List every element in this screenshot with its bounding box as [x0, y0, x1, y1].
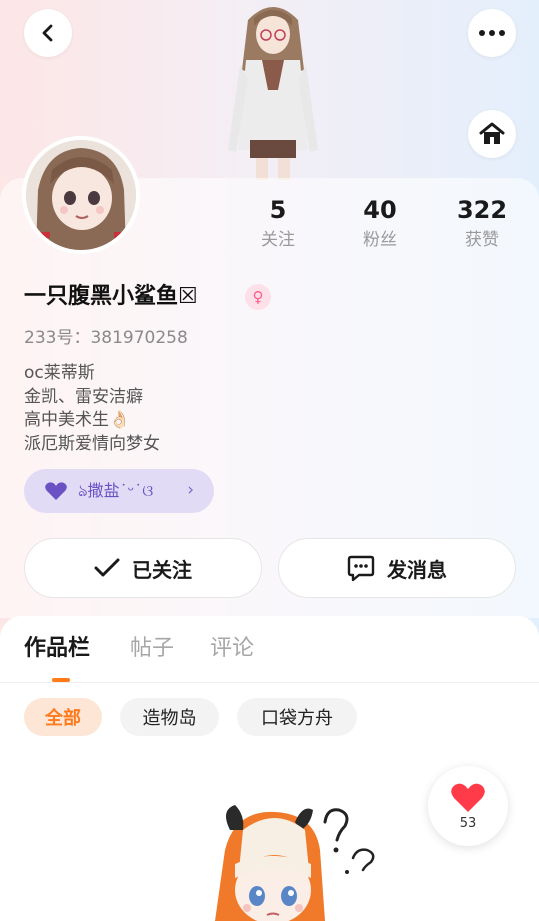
bio-line: 派厄斯爱情向梦女: [24, 433, 160, 454]
stat-followers[interactable]: 40 粉丝: [340, 196, 420, 251]
filter-all[interactable]: 全部: [24, 698, 102, 736]
stat-likes-label: 获赞: [465, 230, 499, 250]
stat-following-value: 5: [269, 196, 287, 224]
more-dots-icon: [479, 30, 505, 36]
avatar-image: [26, 140, 136, 250]
profile-name: 一只腹黑小鲨鱼☒: [24, 284, 198, 309]
send-message-button[interactable]: 发消息: [278, 538, 516, 598]
user-id-label: 233号：: [24, 328, 91, 348]
like-count: 53: [459, 815, 477, 831]
home-icon: [479, 122, 505, 144]
stat-following-label: 关注: [261, 230, 295, 250]
stat-likes-value: 322: [456, 196, 508, 224]
avatar[interactable]: [22, 136, 140, 254]
tab-works[interactable]: 作品栏: [24, 633, 90, 665]
like-button[interactable]: 53: [428, 766, 508, 846]
home-button[interactable]: [468, 110, 516, 158]
tab-posts[interactable]: 帖子: [130, 633, 174, 665]
chevron-left-icon: [42, 24, 53, 42]
bio-line: 金凯、雷安洁癖: [24, 386, 143, 407]
tab-comments[interactable]: 评论: [210, 633, 254, 665]
profile-bio: oc莱蒂斯 金凯、雷安洁癖 高中美术生👌🏻 派厄斯爱情向梦女: [24, 362, 160, 456]
more-button[interactable]: [468, 9, 516, 57]
stat-followers-label: 粉丝: [363, 230, 397, 250]
mascot-illustration: [215, 805, 375, 921]
gender-female-icon: ♀: [245, 284, 271, 310]
back-button[interactable]: [24, 9, 72, 57]
chat-bubble-icon: [347, 555, 375, 581]
stat-followers-value: 40: [363, 196, 397, 224]
stat-likes[interactable]: 322 获赞: [442, 196, 522, 251]
check-icon: [94, 558, 120, 577]
bio-line: 高中美术生👌🏻: [24, 410, 131, 430]
heart-badge-icon: [45, 482, 67, 500]
filter-pocket-ark[interactable]: 口袋方舟: [237, 698, 357, 736]
followed-button[interactable]: 已关注: [24, 538, 262, 598]
stat-following[interactable]: 5 关注: [238, 196, 318, 251]
heart-icon: [451, 783, 485, 812]
tabs-divider: [0, 682, 539, 683]
send-message-label: 发消息: [387, 557, 447, 582]
medal-text: ঌ撒盐˙ᵕ˙ଓ: [78, 481, 154, 500]
user-id-value: 381970258: [90, 328, 188, 348]
bio-line: oc莱蒂斯: [24, 363, 95, 383]
user-id[interactable]: 233号：381970258: [24, 327, 188, 349]
chevron-right-icon: ›: [187, 480, 194, 500]
filter-creation-island[interactable]: 造物岛: [120, 698, 219, 736]
followed-button-label: 已关注: [132, 557, 192, 582]
medal-badge-button[interactable]: ঌ撒盐˙ᵕ˙ଓ ›: [24, 469, 214, 513]
banner-character-image: [228, 7, 318, 180]
